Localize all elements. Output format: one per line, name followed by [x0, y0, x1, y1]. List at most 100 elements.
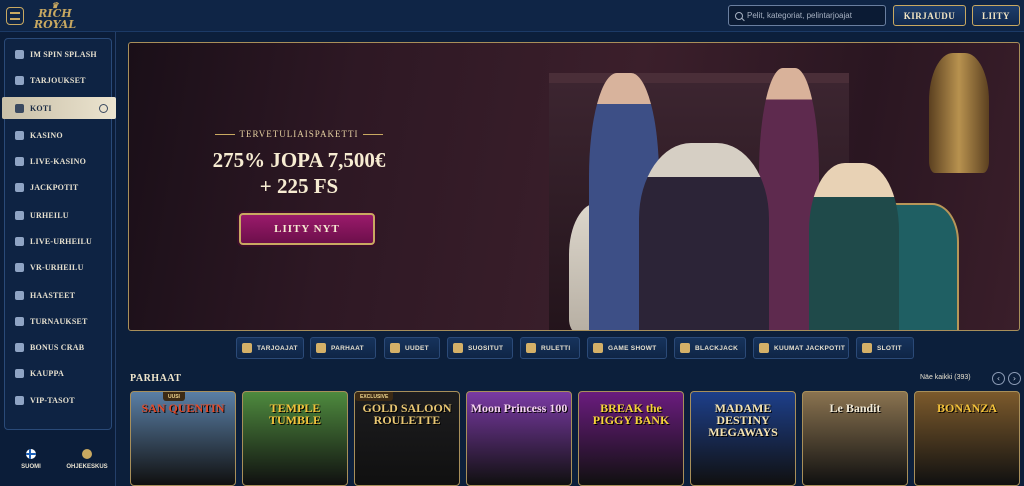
hero-title-line1: 275% JOPA 7,500€ [212, 148, 386, 172]
trophy-icon [15, 316, 24, 326]
settings-icon[interactable] [99, 103, 108, 113]
slot-icon [862, 343, 872, 353]
sidebar-item-label: BONUS CRAB [30, 342, 85, 352]
search-box[interactable] [728, 5, 886, 26]
cards-icon [680, 343, 690, 353]
category-tarjoajat[interactable]: TARJOAJAT [236, 337, 304, 359]
game-tile[interactable]: MADAME DESTINY MEGAWAYS [690, 391, 796, 486]
sidebar-item-label: VR-URHEILU [30, 262, 84, 272]
roulette-icon [526, 343, 536, 353]
vr-icon [15, 262, 24, 272]
category-label: UUDET [405, 344, 429, 352]
language-label: SUOMI [21, 463, 41, 470]
mic-icon [593, 343, 603, 353]
sidebar-item-tarjoukset[interactable]: TARJOUKSET [5, 69, 113, 91]
jackpot-icon [15, 182, 24, 192]
game-badge: UUSI [163, 392, 185, 401]
game-badge: EXCLUSIVE [355, 392, 394, 401]
game-tile[interactable]: TEMPLE TUMBLE [242, 391, 348, 486]
sidebar: IM SPIN SPLASH TARJOUKSET KOTI KASINO LI… [0, 32, 116, 486]
sidebar-item-jackpotit[interactable]: JACKPOTIT [5, 176, 113, 198]
category-game-showt[interactable]: GAME SHOWT [587, 337, 667, 359]
hero-woman-green-figure [809, 163, 899, 330]
star-icon [453, 343, 463, 353]
category-kuumat-jackpotit[interactable]: KUUMAT JACKPOTIT [753, 337, 849, 359]
sidebar-item-label: KAUPPA [30, 368, 64, 378]
hero-vase [929, 53, 989, 173]
challenge-icon [15, 290, 24, 300]
sidebar-item-turnaukset[interactable]: TURNAUKSET [5, 310, 113, 332]
category-slotit[interactable]: SLOTIT [856, 337, 914, 359]
help-center-button[interactable]: OHJEKESKUS [60, 432, 114, 486]
game-title: Moon Princess 100 [470, 401, 568, 415]
sidebar-item-urheilu[interactable]: URHEILU [5, 204, 113, 226]
sidebar-item-label: IM SPIN SPLASH [30, 49, 97, 59]
category-uudet[interactable]: UUDET [384, 337, 440, 359]
hero-kicker: TERVETULIAISPAKETTI [189, 129, 409, 139]
sidebar-item-kauppa[interactable]: KAUPPA [5, 362, 113, 384]
shop-icon [15, 368, 24, 378]
category-bar: TARJOAJAT PARHAAT UUDET SUOSITUT RULETTI… [236, 337, 916, 359]
game-title: MADAME DESTINY MEGAWAYS [708, 401, 778, 439]
search-icon [735, 11, 743, 20]
category-label: BLACKJACK [695, 344, 739, 352]
sidebar-item-vr-urheilu[interactable]: VR-URHEILU [5, 256, 113, 278]
hero-title: 275% JOPA 7,500€ + 225 FS [189, 147, 409, 199]
ball-icon [15, 210, 24, 220]
category-label: PARHAAT [331, 344, 364, 352]
game-tile[interactable]: Le Bandit [802, 391, 908, 486]
chevron-left-icon[interactable]: ‹ [992, 372, 1005, 385]
game-tile[interactable]: UUSI SAN QUENTIN [130, 391, 236, 486]
sidebar-item-live-urheilu[interactable]: LIVE-URHEILU [5, 230, 113, 252]
game-tile[interactable]: BREAK the PIGGY BANK [578, 391, 684, 486]
sidebar-item-im-spin-splash[interactable]: IM SPIN SPLASH [5, 43, 113, 65]
search-input[interactable] [743, 11, 883, 20]
help-icon [82, 448, 92, 459]
game-title: BREAK the PIGGY BANK [592, 401, 670, 427]
category-suositut[interactable]: SUOSITUT [447, 337, 513, 359]
menu-icon[interactable] [6, 7, 24, 25]
sidebar-footer: SUOMI OHJEKESKUS [0, 430, 116, 486]
sidebar-item-label: URHEILU [30, 210, 69, 220]
flame-icon [759, 343, 769, 353]
chevron-right-icon[interactable]: › [1008, 372, 1021, 385]
sidebar-item-koti[interactable]: KOTI [2, 97, 116, 119]
category-ruletti[interactable]: RULETTI [520, 337, 580, 359]
top-bar: ♛RICH ROYAL KIRJAUDU LIITY [0, 0, 1024, 32]
game-tile[interactable]: EXCLUSIVE GOLD SALOON ROULETTE [354, 391, 460, 486]
crown-icon [316, 343, 326, 353]
category-blackjack[interactable]: BLACKJACK [674, 337, 746, 359]
category-label: SLOTIT [877, 344, 902, 352]
language-selector[interactable]: SUOMI [4, 432, 58, 486]
sidebar-item-vip-tasot[interactable]: VIP-TASOT [5, 389, 113, 411]
logo[interactable]: ♛ RICH ROYAL [30, 1, 80, 31]
join-now-button[interactable]: LIITY NYT [239, 213, 375, 245]
login-button[interactable]: KIRJAUDU [893, 5, 966, 26]
spin-icon [15, 49, 24, 59]
category-label: SUOSITUT [468, 344, 504, 352]
game-tile[interactable]: BONANZA [914, 391, 1020, 486]
hero-banner[interactable]: TERVETULIAISPAKETTI 275% JOPA 7,500€ + 2… [128, 42, 1020, 331]
category-label: KUUMAT JACKPOTIT [774, 344, 846, 352]
sidebar-nav: IM SPIN SPLASH TARJOUKSET KOTI KASINO LI… [2, 38, 116, 430]
category-label: GAME SHOWT [608, 344, 657, 352]
game-tile[interactable]: Moon Princess 100 [466, 391, 572, 486]
home-icon [15, 103, 24, 113]
sidebar-item-label: TARJOUKSET [30, 75, 86, 85]
sidebar-item-haasteet[interactable]: HAASTEET [5, 284, 113, 306]
hero-title-line2: + 225 FS [259, 174, 339, 198]
finland-flag-icon [26, 448, 36, 459]
sidebar-item-kasino[interactable]: KASINO [5, 124, 113, 146]
join-button[interactable]: LIITY [972, 5, 1020, 26]
help-label: OHJEKESKUS [66, 463, 108, 470]
sidebar-item-label: LIVE-KASINO [30, 156, 86, 166]
sidebar-item-live-kasino[interactable]: LIVE-KASINO [5, 150, 113, 172]
logo-text: RICH ROYAL [33, 7, 77, 31]
see-all-link[interactable]: Näe kaikki (393) [920, 374, 971, 381]
category-parhaat[interactable]: PARHAAT [310, 337, 376, 359]
sidebar-item-bonus-crab[interactable]: BONUS CRAB [5, 336, 113, 358]
hero-elder-figure [639, 143, 769, 330]
provider-icon [242, 343, 252, 353]
game-title: BONANZA [936, 401, 997, 415]
game-title: Le Bandit [829, 401, 881, 415]
